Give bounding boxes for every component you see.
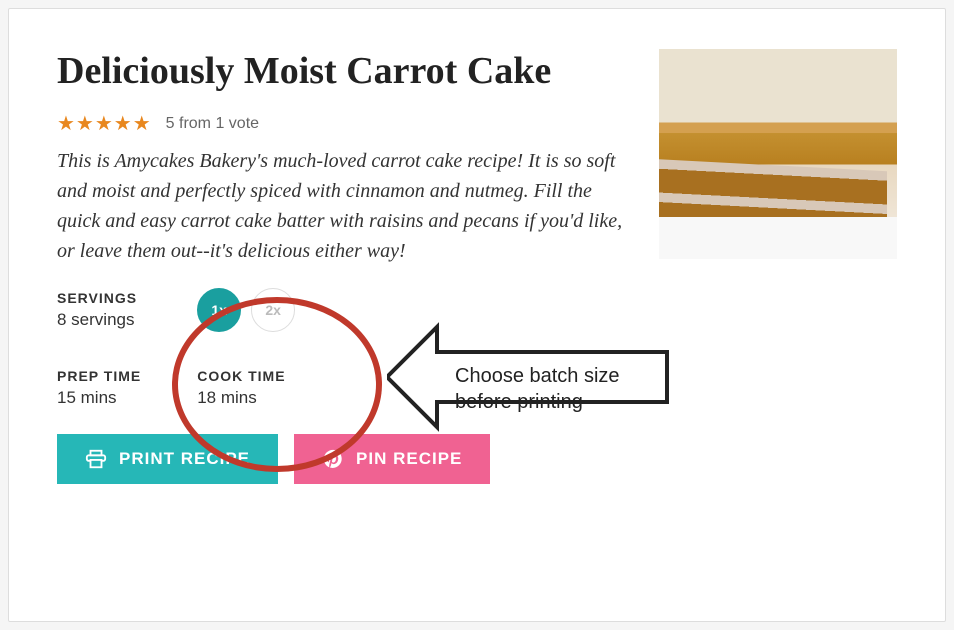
print-recipe-button[interactable]: PRINT RECIPE <box>57 434 278 484</box>
action-buttons-row: PRINT RECIPE PIN RECIPE <box>57 434 897 484</box>
star-icons: ★★★★★ <box>57 111 152 136</box>
print-button-label: PRINT RECIPE <box>119 449 250 469</box>
cook-time-block: COOK TIME 18 mins <box>197 368 285 408</box>
recipe-description: This is Amycakes Bakery's much-loved car… <box>57 146 635 266</box>
servings-value: 8 servings <box>57 310 137 330</box>
cook-time-label: COOK TIME <box>197 368 285 384</box>
pin-recipe-button[interactable]: PIN RECIPE <box>294 434 490 484</box>
printer-icon <box>85 448 107 470</box>
pin-button-label: PIN RECIPE <box>356 449 462 469</box>
recipe-card: Deliciously Moist Carrot Cake ★★★★★ 5 fr… <box>8 8 946 622</box>
time-row: PREP TIME 15 mins COOK TIME 18 mins <box>57 368 897 408</box>
batch-1x-button[interactable]: 1x <box>197 288 241 332</box>
recipe-image <box>659 49 897 259</box>
servings-label: SERVINGS <box>57 290 137 306</box>
pinterest-icon <box>322 448 344 470</box>
header-row: Deliciously Moist Carrot Cake ★★★★★ 5 fr… <box>57 49 897 266</box>
prep-time-value: 15 mins <box>57 388 141 408</box>
batch-2x-button[interactable]: 2x <box>251 288 295 332</box>
servings-row: SERVINGS 8 servings 1x 2x <box>57 288 897 332</box>
batch-size-buttons: 1x 2x <box>197 288 295 332</box>
rating-row: ★★★★★ 5 from 1 vote <box>57 111 635 136</box>
prep-time-label: PREP TIME <box>57 368 141 384</box>
recipe-title: Deliciously Moist Carrot Cake <box>57 49 635 93</box>
servings-block: SERVINGS 8 servings <box>57 290 137 330</box>
rating-text: 5 from 1 vote <box>166 115 259 133</box>
cook-time-value: 18 mins <box>197 388 285 408</box>
header-content: Deliciously Moist Carrot Cake ★★★★★ 5 fr… <box>57 49 635 266</box>
prep-time-block: PREP TIME 15 mins <box>57 368 141 408</box>
